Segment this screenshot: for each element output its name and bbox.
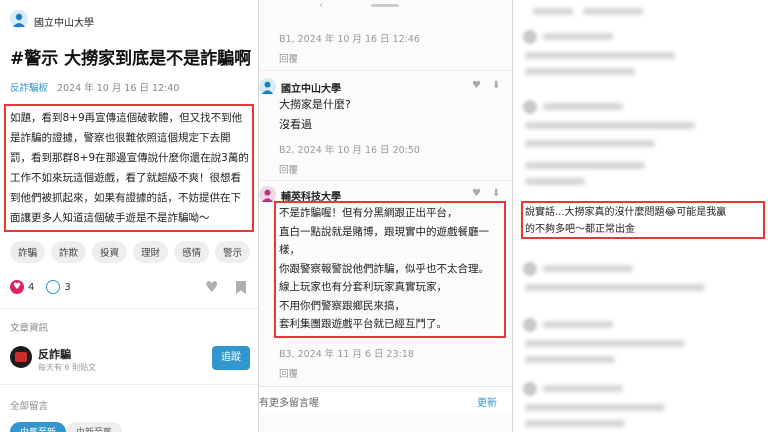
comment-icon[interactable] — [46, 280, 61, 294]
b2-meta: B2, 2024 年 10 月 16 日 20:50 — [279, 145, 420, 156]
refresh-button[interactable]: 更新 — [477, 394, 497, 409]
divider — [259, 70, 512, 71]
b2-text: 大撈家是什麼? 沒看過 — [279, 95, 351, 135]
divider — [0, 384, 258, 385]
more-comments-text: 有更多留言喔 — [259, 398, 319, 409]
sort-new-to-old-button[interactable]: 由新至舊 — [66, 422, 123, 432]
avatar-figure-icon — [13, 13, 25, 27]
b1-reply-button[interactable]: 回覆 — [279, 51, 298, 65]
chevron-up-icon[interactable]: ‹ — [319, 0, 323, 11]
b3-downvote-icon[interactable]: ⬇ — [492, 188, 500, 199]
reaction-bar: ♥ 4 3 — [10, 280, 71, 294]
more-comments-bar: 有更多留言喔 更新 — [259, 386, 512, 414]
b2-downvote-icon[interactable]: ⬇ — [492, 80, 500, 91]
board-link[interactable]: 反詐騙板 — [10, 83, 48, 94]
comment-line: 沒看過 — [279, 118, 312, 131]
post-title: #警示 大撈家到底是不是詐騙啊 — [10, 49, 252, 69]
post-date: 2024 年 10 月 16 日 12:40 — [57, 83, 180, 94]
board-stats: 每天有 6 則貼文 — [38, 363, 97, 372]
follow-button[interactable]: 追蹤 — [212, 346, 250, 370]
comment-thread-panel: ‹ B1, 2024 年 10 月 16 日 12:46 回覆 國立中山大學 ♥… — [259, 0, 512, 432]
avatar-figure-icon — [261, 81, 274, 95]
post-panel: 國立中山大學 #警示 大撈家到底是不是詐騙啊 反詐騙板 2024 年 10 月 … — [0, 0, 258, 432]
b2-like-icon[interactable]: ♥ — [472, 80, 481, 91]
b2-avatar — [259, 78, 276, 95]
highlight-box — [521, 201, 765, 239]
b2-reply-button[interactable]: 回覆 — [279, 162, 298, 176]
comment-count: 3 — [64, 281, 71, 293]
b3-meta: B3, 2024 年 11 月 6 日 23:18 — [279, 349, 414, 360]
blurred-comments-panel: 說實話...大撈家真的沒什麼問題😂可能是我贏 的不夠多吧～都正常出金 — [513, 0, 768, 432]
board-avatar — [10, 346, 32, 368]
all-comments-label: 全部留言 — [10, 401, 49, 412]
author-avatar — [10, 10, 28, 28]
like-count: 4 — [28, 281, 35, 293]
highlight-box — [4, 104, 254, 232]
b1-meta: B1, 2024 年 10 月 16 日 12:46 — [279, 34, 420, 45]
tag-chip[interactable]: 感情 — [174, 241, 210, 263]
tag-chip[interactable]: 投資 — [92, 241, 128, 263]
comment-line: 大撈家是什麼? — [279, 98, 351, 111]
tag-chip[interactable]: 警示 — [215, 241, 251, 263]
highlight-box — [274, 201, 506, 338]
tag-chip[interactable]: 詐騙 — [10, 241, 46, 263]
divider — [0, 308, 258, 309]
like-outline-icon[interactable]: ♥ — [205, 278, 218, 296]
sort-old-to-new-button[interactable]: 由舊至新 — [10, 422, 67, 432]
b3-like-icon[interactable]: ♥ — [472, 188, 481, 199]
heart-reaction-icon[interactable]: ♥ — [10, 280, 24, 294]
article-info-label: 文章資訊 — [10, 323, 49, 334]
tag-chip[interactable]: 詐欺 — [51, 241, 87, 263]
scroll-indicator — [371, 4, 399, 7]
b2-school: 國立中山大學 — [281, 84, 341, 95]
b3-reply-button[interactable]: 回覆 — [279, 366, 298, 380]
author-school: 國立中山大學 — [34, 18, 94, 29]
post-meta: 反詐騙板 2024 年 10 月 16 日 12:40 — [10, 80, 179, 94]
bookmark-icon[interactable] — [236, 281, 246, 294]
tag-list: 詐騙 詐欺 投資 理財 感情 警示 — [10, 241, 251, 263]
board-name[interactable]: 反詐騙 — [38, 346, 71, 362]
divider — [259, 180, 512, 181]
tag-chip[interactable]: 理財 — [133, 241, 169, 263]
